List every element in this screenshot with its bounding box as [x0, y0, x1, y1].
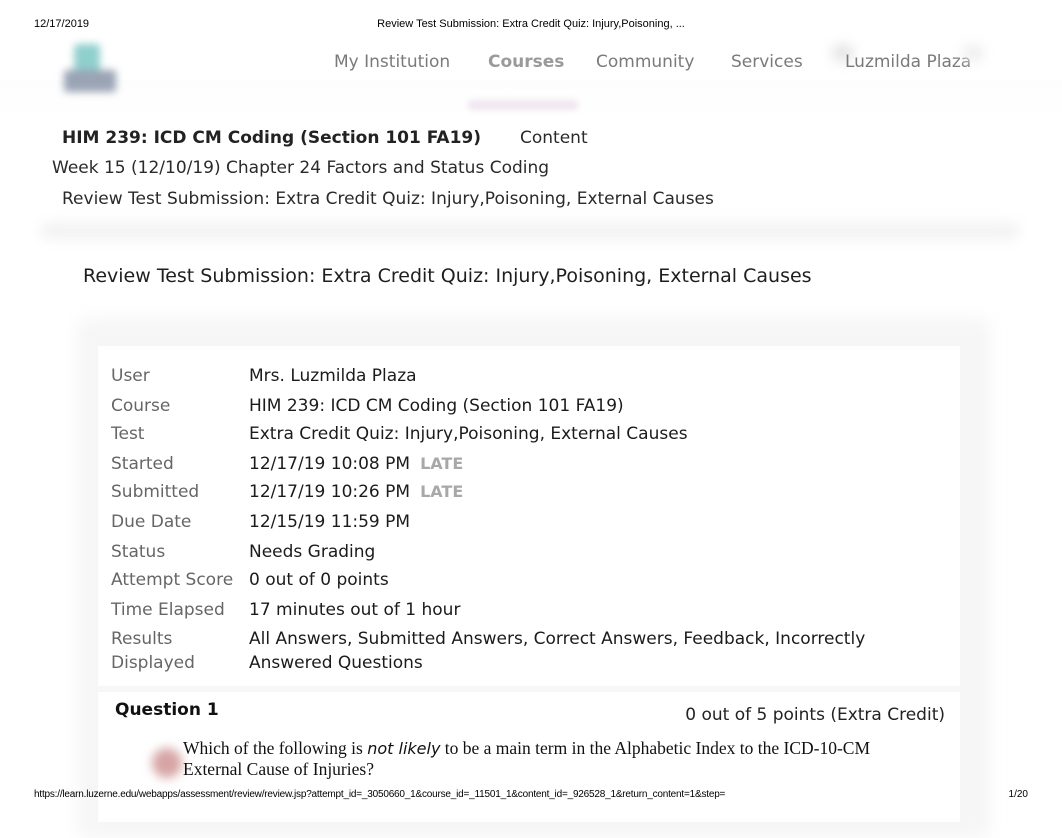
detail-value-wrap: 12/17/19 10:26 PM LATE — [249, 480, 954, 504]
detail-label: Course — [111, 396, 171, 416]
late-badge: LATE — [420, 482, 464, 501]
detail-value: All Answers, Submitted Answers, Correct … — [249, 629, 866, 673]
breadcrumb-divider — [40, 222, 1020, 240]
question-text-before: Which of the following is — [183, 738, 368, 758]
detail-label: Attempt Score — [111, 570, 234, 590]
late-badge: LATE — [420, 454, 464, 473]
detail-value: 12/17/19 10:08 PM — [249, 454, 411, 474]
card-separator — [98, 686, 960, 692]
detail-value: Needs Grading — [249, 542, 376, 562]
detail-label: Submitted — [111, 482, 200, 502]
print-page-title: Review Test Submission: Extra Credit Qui… — [377, 18, 685, 30]
question-text-emphasis: not likely — [367, 739, 441, 758]
detail-label: Results Displayed — [111, 629, 195, 673]
detail-value: 12/17/19 10:26 PM — [249, 482, 411, 502]
print-url: https://learn.luzerne.edu/webapps/assess… — [34, 789, 726, 800]
nav-courses[interactable]: Courses — [488, 52, 564, 72]
breadcrumb-course[interactable]: HIM 239: ICD CM Coding (Section 101 FA19… — [62, 128, 481, 148]
nav-user-name[interactable]: Luzmilda Plaza — [845, 52, 971, 72]
question-text: Which of the following is not likely to … — [183, 738, 923, 779]
breadcrumb-content[interactable]: Content — [520, 128, 588, 148]
nav-community[interactable]: Community — [596, 52, 694, 72]
detail-label: Started — [111, 454, 174, 474]
detail-value-wrap: 12/17/19 10:08 PM LATE — [249, 452, 954, 476]
nav-services[interactable]: Services — [731, 52, 803, 72]
detail-value: Extra Credit Quiz: Injury,Poisoning, Ext… — [249, 424, 688, 444]
detail-label: Status — [111, 542, 166, 562]
detail-value: 12/15/19 11:59 PM — [249, 512, 411, 532]
detail-label: User — [111, 366, 150, 386]
detail-value: HIM 239: ICD CM Coding (Section 101 FA19… — [249, 396, 624, 416]
breadcrumb-current: Review Test Submission: Extra Credit Qui… — [62, 189, 714, 209]
notifications-icon[interactable] — [962, 44, 984, 62]
incorrect-icon — [152, 748, 182, 778]
print-page-number: 1/20 — [1008, 789, 1028, 800]
detail-value: 17 minutes out of 1 hour — [249, 600, 461, 620]
detail-label: Due Date — [111, 512, 192, 532]
detail-value: Mrs. Luzmilda Plaza — [249, 366, 417, 386]
page-title: Review Test Submission: Extra Credit Qui… — [83, 265, 812, 287]
detail-value: 0 out of 0 points — [249, 570, 389, 590]
detail-label: Test — [111, 424, 145, 444]
top-navigation: My Institution Courses Community Service… — [0, 44, 1062, 78]
detail-label: Time Elapsed — [111, 600, 225, 620]
question-points: 0 out of 5 points (Extra Credit) — [685, 705, 945, 725]
active-nav-indicator — [468, 100, 578, 110]
question-title: Question 1 — [115, 700, 219, 720]
breadcrumb-week[interactable]: Week 15 (12/10/19) Chapter 24 Factors an… — [52, 158, 549, 178]
nav-my-institution[interactable]: My Institution — [334, 52, 450, 72]
